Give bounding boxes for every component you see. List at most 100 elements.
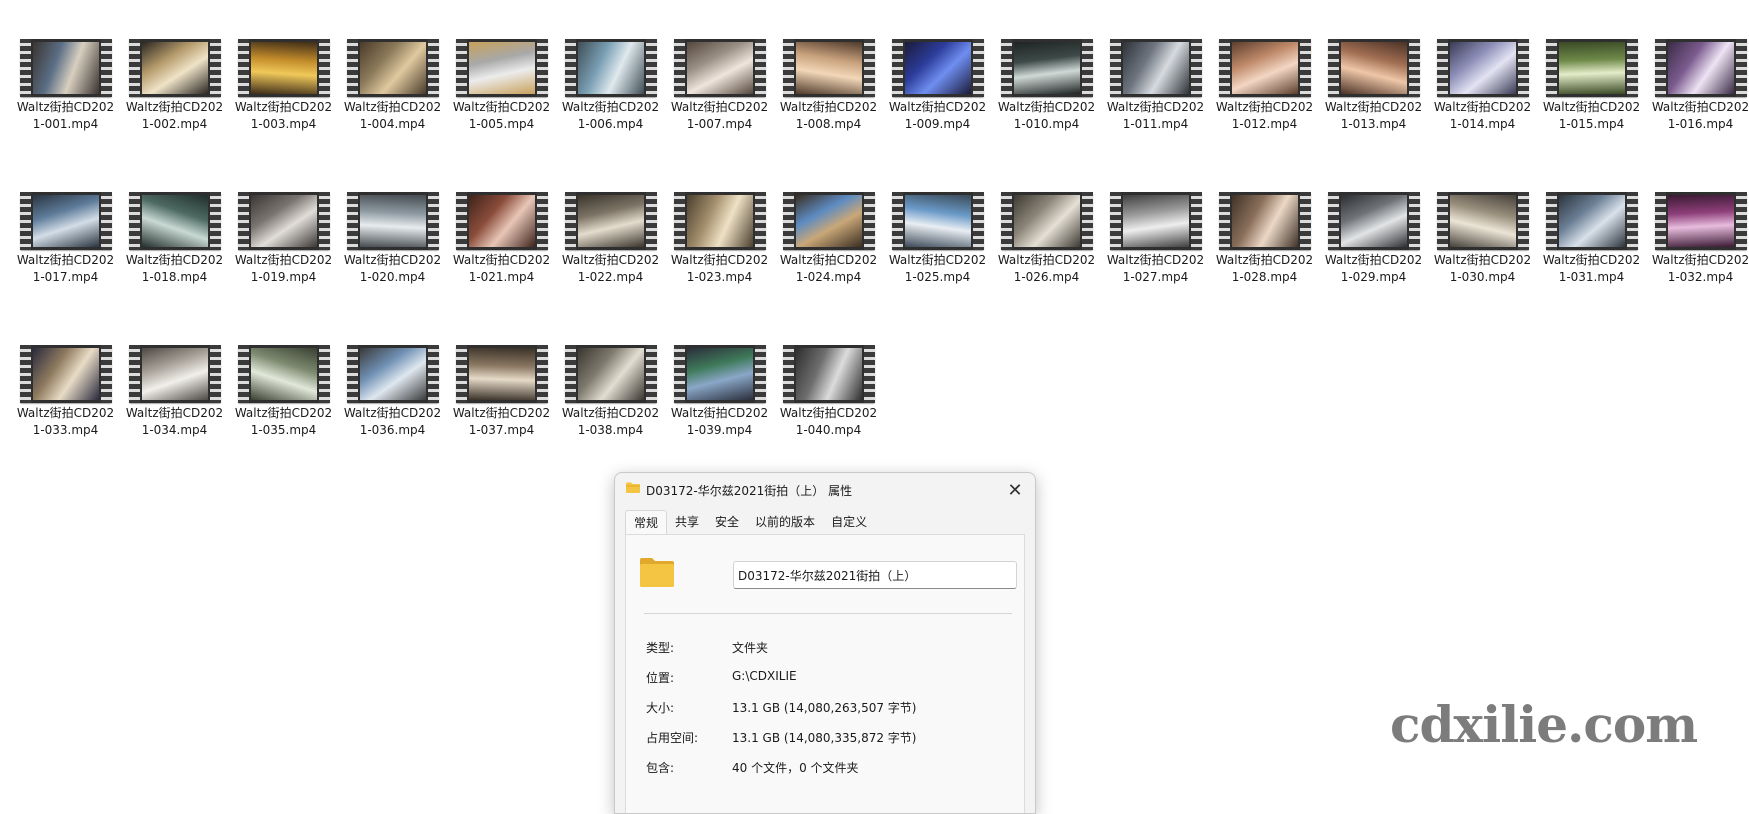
file-item[interactable]: Waltz街拍CD2021-009.mp4 <box>883 39 992 192</box>
file-item[interactable]: Waltz街拍CD2021-022.mp4 <box>556 192 665 345</box>
video-thumbnail-icon <box>1328 192 1420 250</box>
file-item[interactable]: Waltz街拍CD2021-035.mp4 <box>229 345 338 498</box>
tab-sharing[interactable]: 共享 <box>667 510 707 534</box>
property-label: 占用空间: <box>646 729 698 746</box>
file-item[interactable]: Waltz街拍CD2021-006.mp4 <box>556 39 665 192</box>
tab-security[interactable]: 安全 <box>707 510 747 534</box>
video-thumbnail-icon <box>20 192 112 250</box>
video-thumbnail-icon <box>1655 39 1747 97</box>
file-item[interactable]: Waltz街拍CD2021-024.mp4 <box>774 192 883 345</box>
file-item[interactable]: Waltz街拍CD2021-016.mp4 <box>1646 39 1749 192</box>
file-name: Waltz街拍CD2021-014.mp4 <box>1431 99 1535 133</box>
tab-strip: 常规 共享 安全 以前的版本 自定义 <box>625 510 875 534</box>
video-thumbnail-icon <box>456 345 548 403</box>
file-item[interactable]: Waltz街拍CD2021-002.mp4 <box>120 39 229 192</box>
file-item[interactable]: Waltz街拍CD2021-034.mp4 <box>120 345 229 498</box>
file-name: Waltz街拍CD2021-037.mp4 <box>450 405 554 439</box>
file-item[interactable]: Waltz街拍CD2021-029.mp4 <box>1319 192 1428 345</box>
property-label: 大小: <box>646 699 674 716</box>
video-thumbnail-icon <box>20 345 112 403</box>
dialog-title-bar[interactable]: D03172-华尔兹2021街拍（上） 属性 ✕ <box>615 473 1035 507</box>
close-button[interactable]: ✕ <box>1001 478 1029 502</box>
file-item[interactable]: Waltz街拍CD2021-018.mp4 <box>120 192 229 345</box>
property-row-size: 大小: 13.1 GB (14,080,263,507 字节) <box>646 699 1014 715</box>
file-name: Waltz街拍CD2021-012.mp4 <box>1213 99 1317 133</box>
file-name: Waltz街拍CD2021-004.mp4 <box>341 99 445 133</box>
file-item[interactable]: Waltz街拍CD2021-004.mp4 <box>338 39 447 192</box>
video-thumbnail-icon <box>238 192 330 250</box>
video-thumbnail-icon <box>1546 192 1638 250</box>
property-value: 40 个文件，0 个文件夹 <box>732 759 859 776</box>
video-thumbnail-icon <box>565 192 657 250</box>
file-item[interactable]: Waltz街拍CD2021-031.mp4 <box>1537 192 1646 345</box>
file-item[interactable]: Waltz街拍CD2021-008.mp4 <box>774 39 883 192</box>
file-name: Waltz街拍CD2021-030.mp4 <box>1431 252 1535 286</box>
file-item[interactable]: Waltz街拍CD2021-023.mp4 <box>665 192 774 345</box>
file-name: Waltz街拍CD2021-022.mp4 <box>559 252 663 286</box>
file-name: Waltz街拍CD2021-025.mp4 <box>886 252 990 286</box>
file-item[interactable]: Waltz街拍CD2021-028.mp4 <box>1210 192 1319 345</box>
file-item[interactable]: Waltz街拍CD2021-019.mp4 <box>229 192 338 345</box>
video-thumbnail-icon <box>1437 192 1529 250</box>
property-label: 类型: <box>646 639 674 656</box>
file-item[interactable]: Waltz街拍CD2021-037.mp4 <box>447 345 556 498</box>
file-name: Waltz街拍CD2021-033.mp4 <box>14 405 118 439</box>
file-item[interactable]: Waltz街拍CD2021-017.mp4 <box>11 192 120 345</box>
file-item[interactable]: Waltz街拍CD2021-001.mp4 <box>11 39 120 192</box>
video-thumbnail-icon <box>129 39 221 97</box>
video-thumbnail-icon <box>1219 39 1311 97</box>
file-name: Waltz街拍CD2021-017.mp4 <box>14 252 118 286</box>
video-thumbnail-icon <box>129 345 221 403</box>
tab-customize[interactable]: 自定义 <box>823 510 875 534</box>
file-item[interactable]: Waltz街拍CD2021-012.mp4 <box>1210 39 1319 192</box>
file-name: Waltz街拍CD2021-018.mp4 <box>123 252 227 286</box>
file-item[interactable]: Waltz街拍CD2021-030.mp4 <box>1428 192 1537 345</box>
tab-general[interactable]: 常规 <box>625 510 667 535</box>
folder-name-field[interactable] <box>733 561 1017 589</box>
file-item[interactable]: Waltz街拍CD2021-033.mp4 <box>11 345 120 498</box>
file-item[interactable]: Waltz街拍CD2021-032.mp4 <box>1646 192 1749 345</box>
file-item[interactable]: Waltz街拍CD2021-021.mp4 <box>447 192 556 345</box>
file-name: Waltz街拍CD2021-027.mp4 <box>1104 252 1208 286</box>
video-thumbnail-icon <box>783 192 875 250</box>
file-name: Waltz街拍CD2021-011.mp4 <box>1104 99 1208 133</box>
file-item[interactable]: Waltz街拍CD2021-010.mp4 <box>992 39 1101 192</box>
property-value: G:\CDXILIE <box>732 669 797 683</box>
video-thumbnail-icon <box>783 345 875 403</box>
file-item[interactable]: Waltz街拍CD2021-007.mp4 <box>665 39 774 192</box>
file-item[interactable]: Waltz街拍CD2021-020.mp4 <box>338 192 447 345</box>
file-name: Waltz街拍CD2021-038.mp4 <box>559 405 663 439</box>
file-item[interactable]: Waltz街拍CD2021-026.mp4 <box>992 192 1101 345</box>
file-name: Waltz街拍CD2021-019.mp4 <box>232 252 336 286</box>
folder-icon <box>639 556 675 588</box>
video-thumbnail-icon <box>892 192 984 250</box>
file-name: Waltz街拍CD2021-020.mp4 <box>341 252 445 286</box>
property-row-type: 类型: 文件夹 <box>646 639 1014 655</box>
video-thumbnail-icon <box>347 192 439 250</box>
file-item[interactable]: Waltz街拍CD2021-003.mp4 <box>229 39 338 192</box>
tab-previous-versions[interactable]: 以前的版本 <box>747 510 823 534</box>
file-item[interactable]: Waltz街拍CD2021-025.mp4 <box>883 192 992 345</box>
file-item[interactable]: Waltz街拍CD2021-036.mp4 <box>338 345 447 498</box>
file-item[interactable]: Waltz街拍CD2021-011.mp4 <box>1101 39 1210 192</box>
video-thumbnail-icon <box>565 345 657 403</box>
file-name: Waltz街拍CD2021-009.mp4 <box>886 99 990 133</box>
video-thumbnail-icon <box>347 39 439 97</box>
property-row-location: 位置: G:\CDXILIE <box>646 669 1014 685</box>
property-value: 文件夹 <box>732 639 768 656</box>
file-name: Waltz街拍CD2021-006.mp4 <box>559 99 663 133</box>
folder-icon <box>626 482 640 493</box>
file-item[interactable]: Waltz街拍CD2021-005.mp4 <box>447 39 556 192</box>
file-item[interactable]: Waltz街拍CD2021-013.mp4 <box>1319 39 1428 192</box>
video-thumbnail-icon <box>20 39 112 97</box>
video-thumbnail-icon <box>456 39 548 97</box>
file-item[interactable]: Waltz街拍CD2021-027.mp4 <box>1101 192 1210 345</box>
close-icon: ✕ <box>1007 480 1022 501</box>
video-thumbnail-icon <box>892 39 984 97</box>
file-grid: Waltz街拍CD2021-001.mp4Waltz街拍CD2021-002.m… <box>11 39 1749 498</box>
video-thumbnail-icon <box>238 345 330 403</box>
file-item[interactable]: Waltz街拍CD2021-015.mp4 <box>1537 39 1646 192</box>
file-name: Waltz街拍CD2021-031.mp4 <box>1540 252 1644 286</box>
file-name: Waltz街拍CD2021-015.mp4 <box>1540 99 1644 133</box>
file-item[interactable]: Waltz街拍CD2021-014.mp4 <box>1428 39 1537 192</box>
